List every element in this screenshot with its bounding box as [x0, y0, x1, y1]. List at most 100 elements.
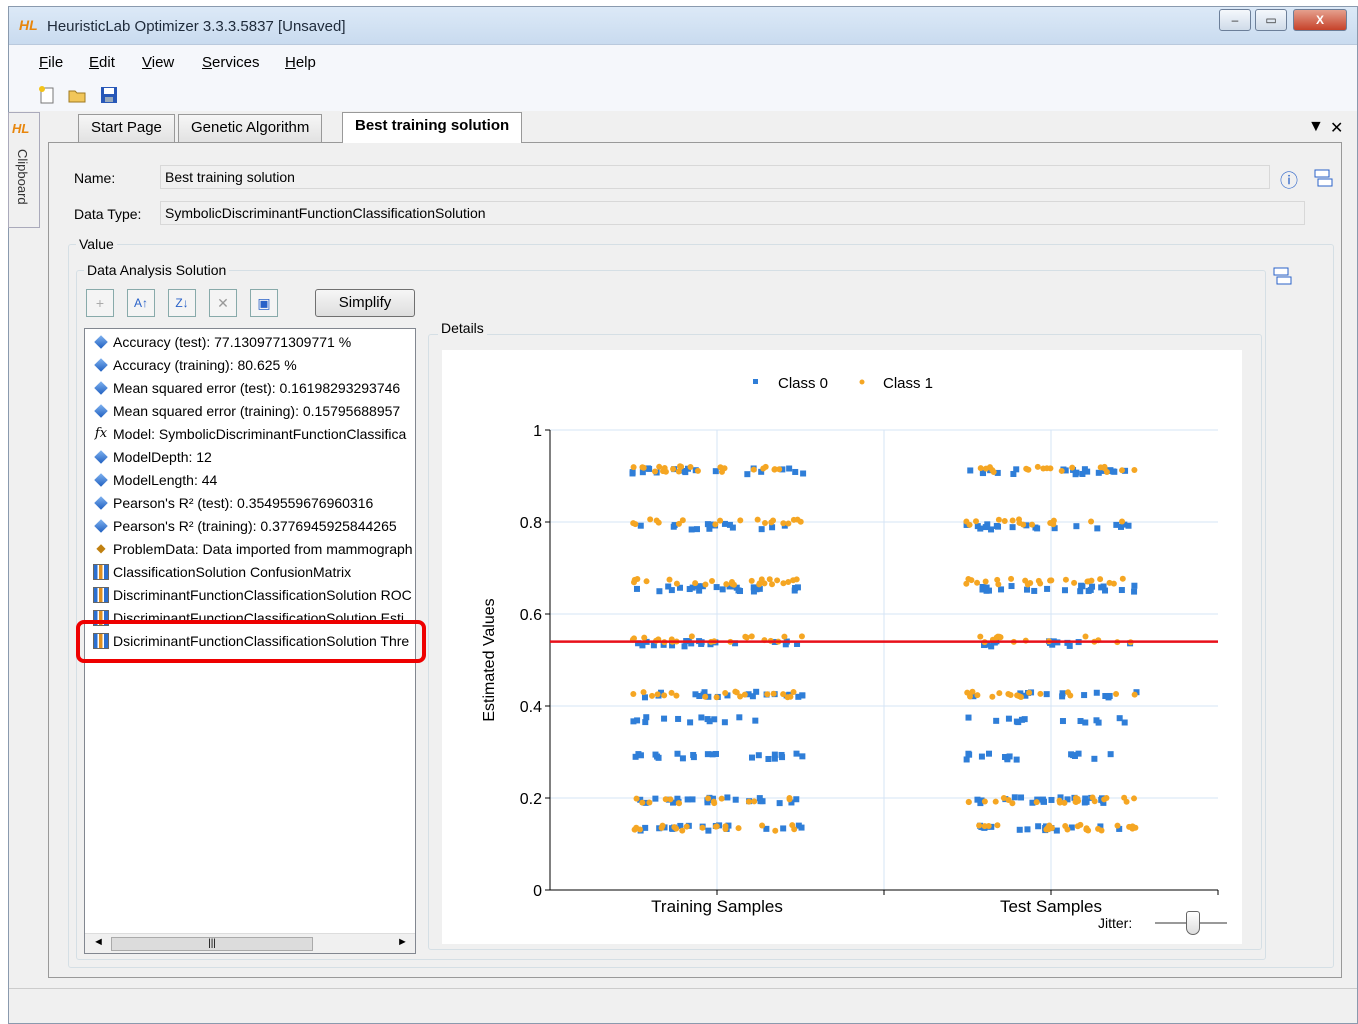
- class-0-point: [719, 586, 726, 593]
- y-tick-label: 0: [533, 883, 542, 900]
- class-0-point: [793, 750, 800, 757]
- class-1-point: [688, 633, 695, 640]
- class-1-point: [1131, 691, 1138, 698]
- tab-start-page[interactable]: Start Page: [78, 114, 175, 142]
- tab-dropdown-icon[interactable]: ▼: [1308, 118, 1324, 136]
- menu-edit[interactable]: Edit: [89, 54, 115, 71]
- status-bar: [9, 988, 1357, 1022]
- class-0-point: [637, 522, 644, 529]
- class-1-point: [668, 689, 675, 696]
- class-1-point: [780, 520, 787, 527]
- class-1-point: [1123, 798, 1130, 805]
- clipboard-label[interactable]: Clipboard: [15, 149, 30, 205]
- remove-item-button[interactable]: ✕: [209, 289, 237, 317]
- menu-file[interactable]: File: [39, 54, 63, 71]
- list-item[interactable]: Accuracy (test): 77.1309771309771 %: [93, 331, 351, 353]
- list-item[interactable]: DiscriminantFunctionClassificationSoluti…: [93, 584, 412, 606]
- properties-button[interactable]: ▣: [250, 289, 278, 317]
- list-item[interactable]: fx Model: SymbolicDiscriminantFunctionCla…: [93, 423, 406, 445]
- y-tick-label: 0.4: [520, 699, 542, 716]
- class-0-point: [1044, 585, 1051, 592]
- close-window-button[interactable]: X: [1293, 9, 1347, 31]
- class-0-point: [780, 825, 787, 832]
- new-icon[interactable]: [37, 85, 57, 105]
- list-item[interactable]: ModelLength: 44: [93, 469, 217, 491]
- jitter-slider-thumb[interactable]: [1186, 911, 1200, 935]
- class-1-point: [735, 825, 742, 832]
- class-1-point: [647, 516, 654, 523]
- class-0-point: [1035, 823, 1042, 830]
- sort-descending-button[interactable]: Z↓: [168, 289, 196, 317]
- class-0-point: [1102, 587, 1109, 594]
- sort-ascending-button[interactable]: A↑: [127, 289, 155, 317]
- class-1-point: [780, 580, 787, 587]
- clipboard-sidebar[interactable]: HL Clipboard: [8, 112, 40, 228]
- title-bar[interactable]: HL HeuristicLab Optimizer 3.3.3.5837 [Un…: [9, 7, 1357, 45]
- scroll-right-icon[interactable]: ►: [397, 936, 408, 948]
- class-0-point: [752, 717, 759, 724]
- class-0-point: [712, 468, 719, 475]
- class-1-point: [1119, 518, 1126, 525]
- open-icon[interactable]: [67, 85, 87, 105]
- class-1-point: [711, 800, 718, 807]
- class-0-point: [1089, 583, 1096, 590]
- class-0-point: [1093, 689, 1100, 696]
- class-0-point: [786, 465, 793, 472]
- list-item[interactable]: ◆ ProblemData: Data imported from mammogr…: [93, 538, 412, 560]
- close-tab-icon[interactable]: ✕: [1330, 118, 1343, 138]
- tab-genetic-algorithm[interactable]: Genetic Algorithm: [178, 114, 323, 142]
- horizontal-scrollbar[interactable]: ◄ ||| ►: [85, 933, 415, 953]
- tab-best-training-solution[interactable]: Best training solution: [342, 112, 523, 143]
- list-item[interactable]: Mean squared error (training): 0.1579568…: [93, 400, 400, 422]
- list-item[interactable]: Pearson's R² (test): 0.3549559676960316: [93, 492, 373, 514]
- class-0-point: [965, 714, 972, 721]
- class-0-point: [1011, 794, 1018, 801]
- list-item[interactable]: Pearson's R² (training): 0.3776945925844…: [93, 515, 397, 537]
- scroll-thumb[interactable]: |||: [111, 937, 313, 951]
- value-group-title: Value: [76, 236, 117, 252]
- class-1-point: [1009, 800, 1016, 807]
- app-logo-icon: HL: [19, 17, 38, 33]
- scroll-left-icon[interactable]: ◄: [93, 936, 104, 948]
- class-1-point: [1024, 466, 1031, 473]
- class-1-point: [969, 688, 976, 695]
- class-0-point: [1013, 756, 1020, 763]
- menu-help[interactable]: Help: [285, 54, 316, 71]
- info-icon[interactable]: ⓘ: [1280, 167, 1298, 193]
- maximize-button[interactable]: ▭: [1255, 9, 1287, 31]
- class-0-point: [629, 470, 636, 477]
- legend-class-0-marker: [753, 379, 758, 384]
- menu-view[interactable]: View: [142, 54, 174, 71]
- class-0-point: [799, 692, 806, 699]
- legend-class-1-marker: [859, 379, 865, 385]
- class-0-point: [665, 583, 672, 590]
- class-0-point: [753, 688, 760, 695]
- class-1-point: [798, 633, 805, 640]
- das-view-host-icon[interactable]: [1271, 266, 1293, 286]
- class-1-point: [964, 689, 971, 696]
- name-field[interactable]: Best training solution: [160, 165, 1270, 189]
- class-1-point: [764, 691, 771, 698]
- y-tick-label: 1: [533, 423, 542, 440]
- class-1-point: [661, 464, 668, 471]
- class-0-point: [712, 750, 719, 757]
- class-1-point: [1097, 464, 1104, 471]
- list-item[interactable]: ModelDepth: 12: [93, 446, 212, 468]
- class-0-point: [1008, 583, 1015, 590]
- add-item-button[interactable]: +: [86, 289, 114, 317]
- menu-services[interactable]: Services: [202, 54, 260, 71]
- save-icon[interactable]: [99, 85, 119, 105]
- class-0-point: [1048, 796, 1055, 803]
- simplify-button[interactable]: Simplify: [315, 289, 415, 317]
- minimize-button[interactable]: ‒: [1219, 9, 1251, 31]
- estimated-values-chart[interactable]: 0 0.2 0.4 0.6 0.8 1 Training Samples Test Sampl…: [442, 350, 1242, 944]
- fx-icon: fx: [94, 426, 108, 441]
- list-item[interactable]: Accuracy (training): 80.625 %: [93, 354, 297, 376]
- class-1-point: [1047, 577, 1054, 584]
- list-item[interactable]: ClassificationSolution ConfusionMatrix: [93, 561, 351, 583]
- class-1-point: [1033, 799, 1040, 806]
- list-item-label: ModelDepth: 12: [113, 449, 212, 465]
- view-host-icon[interactable]: [1312, 168, 1334, 188]
- list-item[interactable]: Mean squared error (test): 0.16198293293…: [93, 377, 400, 399]
- class-1-point: [1062, 576, 1069, 583]
